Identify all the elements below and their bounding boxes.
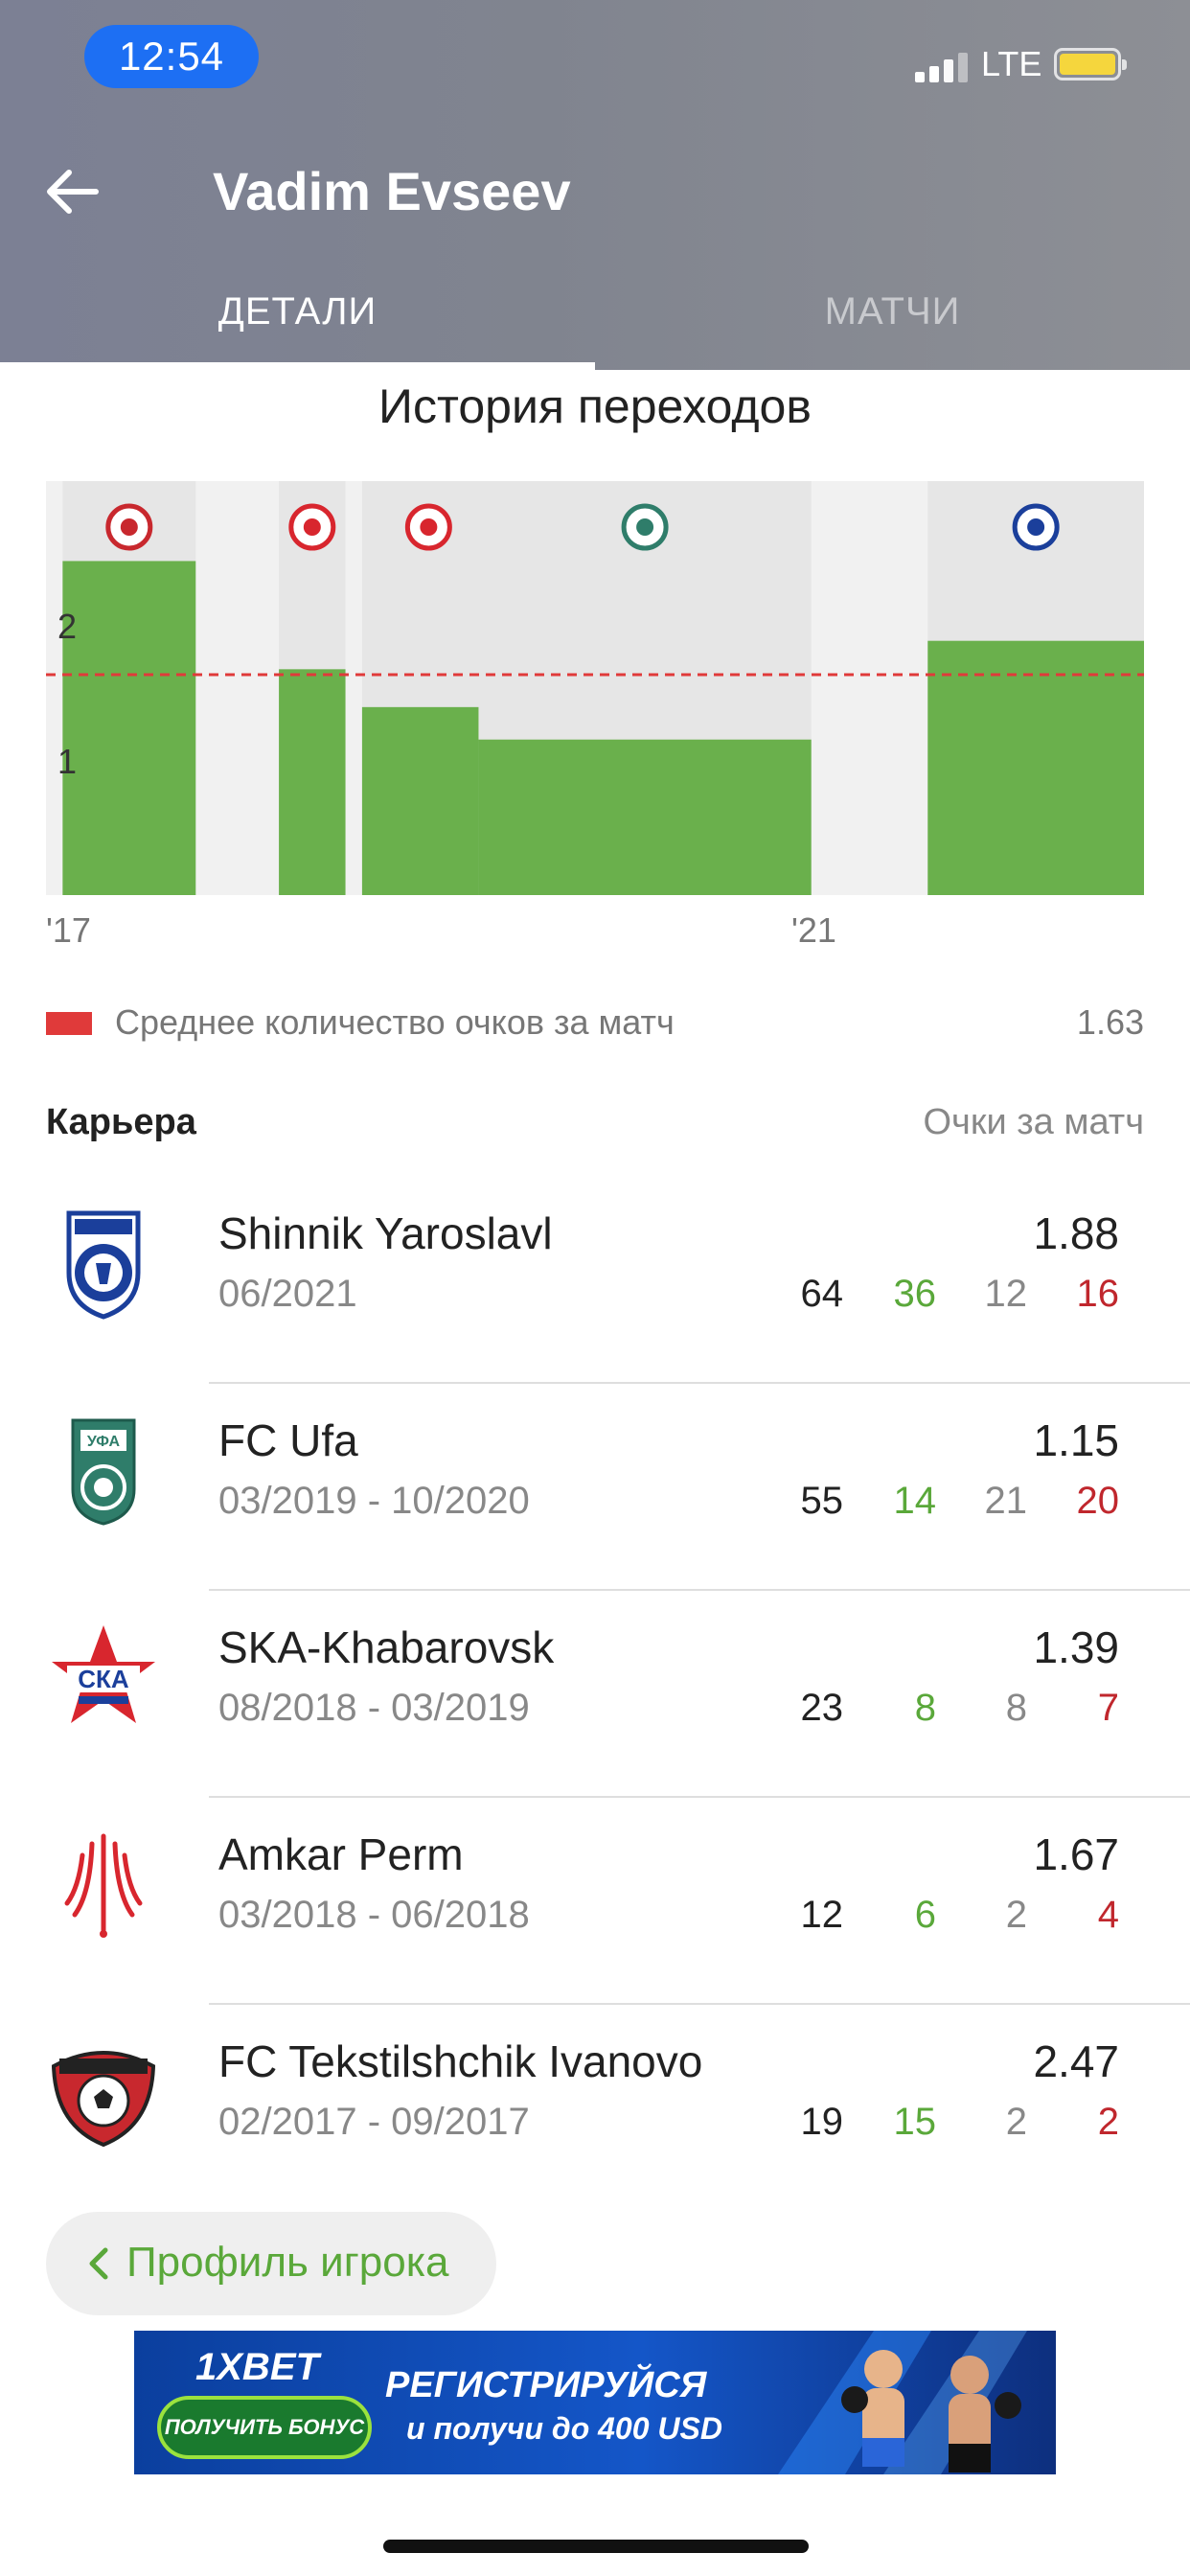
bar-shinnik xyxy=(927,640,1144,895)
banner-subline: и получи до 400 USD xyxy=(406,2411,722,2446)
svg-text:СКА: СКА xyxy=(78,1665,129,1693)
signal-icon xyxy=(915,52,969,82)
legend-value: 1.63 xyxy=(1076,1002,1144,1042)
chevron-left-icon xyxy=(80,2244,119,2283)
wins-count: 36 xyxy=(893,1273,937,1315)
team-period: 02/2017 - 09/2017 xyxy=(218,2101,530,2143)
ska-logo-icon: СКА xyxy=(46,1620,161,1735)
svg-text:УФА: УФА xyxy=(87,1434,121,1450)
ad-banner[interactable]: 1XBET ПОЛУЧИТЬ БОНУС РЕГИСТРИРУЙСЯ и пол… xyxy=(134,2331,1056,2474)
career-row[interactable]: УФА FC Ufa 03/2019 - 10/2020 1.15 55 14 … xyxy=(0,1384,1190,1591)
shinnik-logo-mark xyxy=(1027,518,1045,536)
points-per-match: 1.15 xyxy=(1033,1415,1119,1465)
wins-count: 8 xyxy=(914,1687,936,1729)
y-tick-label: 1 xyxy=(57,742,77,781)
app-header: 12:54 LTE Vadim Evseev ДЕТАЛИ МАТЧИ xyxy=(0,0,1190,370)
career-header: Карьера Очки за матч xyxy=(46,1102,1144,1150)
chart-legend: Среднее количество очков за матч 1.63 xyxy=(46,999,1144,1046)
draws-count: 2 xyxy=(1005,1894,1027,1936)
tab-matches[interactable]: МАТЧИ xyxy=(595,278,1190,370)
career-title: Карьера xyxy=(46,1102,196,1142)
points-per-match: 1.88 xyxy=(1033,1208,1119,1258)
tekstilshchik-logo-icon xyxy=(46,2034,161,2149)
points-per-match: 1.39 xyxy=(1033,1622,1119,1672)
tekstilshchik-logo-mark xyxy=(120,518,138,536)
y-tick-label: 2 xyxy=(57,607,77,646)
page-title: Vadim Evseev xyxy=(213,161,571,221)
team-name: SKA-Khabarovsk xyxy=(218,1622,555,1672)
draws-count: 12 xyxy=(984,1273,1028,1315)
draws-count: 2 xyxy=(1005,2101,1027,2143)
career-row[interactable]: FC Tekstilshchik Ivanovo 02/2017 - 09/20… xyxy=(0,2005,1190,2212)
tab-bar: ДЕТАЛИ МАТЧИ xyxy=(0,278,1190,370)
boxers-illustration-icon xyxy=(740,2331,1056,2474)
wins-count: 6 xyxy=(914,1894,936,1936)
career-column-label: Очки за матч xyxy=(923,1102,1144,1142)
team-name: Amkar Perm xyxy=(218,1829,464,1879)
tab-indicator xyxy=(0,362,595,370)
team-period: 03/2019 - 10/2020 xyxy=(218,1480,530,1522)
points-per-match: 2.47 xyxy=(1033,2036,1119,2086)
ska-logo-mark xyxy=(420,518,438,536)
losses-count: 7 xyxy=(1097,1687,1119,1729)
team-period: 08/2018 - 03/2019 xyxy=(218,1687,530,1729)
losses-count: 2 xyxy=(1097,2101,1119,2143)
losses-count: 20 xyxy=(1076,1480,1120,1522)
career-row[interactable]: СКА SKA-Khabarovsk 08/2018 - 03/2019 1.3… xyxy=(0,1591,1190,1798)
bar-amkar xyxy=(279,669,346,895)
back-arrow-icon[interactable] xyxy=(38,157,107,226)
chart-canvas: 12 xyxy=(46,481,1144,895)
games-count: 19 xyxy=(800,2101,844,2143)
tab-details[interactable]: ДЕТАЛИ xyxy=(0,278,595,370)
year-label-start: '17 xyxy=(46,910,91,950)
games-count: 12 xyxy=(800,1894,844,1936)
player-profile-button[interactable]: Профиль игрока xyxy=(46,2212,496,2315)
wins-count: 14 xyxy=(893,1480,937,1522)
team-name: FC Tekstilshchik Ivanovo xyxy=(218,2036,703,2086)
draws-count: 8 xyxy=(1005,1687,1027,1729)
transfer-history-title: История переходов xyxy=(378,380,812,433)
losses-count: 16 xyxy=(1076,1273,1120,1315)
banner-brand: 1XBET xyxy=(195,2346,319,2388)
ufa-logo-icon: УФА xyxy=(46,1413,161,1528)
career-row[interactable]: Shinnik Yaroslavl 06/2021 1.88 64 36 12 … xyxy=(0,1177,1190,1384)
team-period: 03/2018 - 06/2018 xyxy=(218,1894,530,1936)
amkar-logo-icon xyxy=(46,1827,161,1942)
team-name: Shinnik Yaroslavl xyxy=(218,1208,553,1258)
ufa-logo-mark xyxy=(636,518,654,536)
shinnik-logo-icon xyxy=(46,1206,161,1321)
get-bonus-button[interactable]: ПОЛУЧИТЬ БОНУС xyxy=(157,2396,372,2459)
legend-swatch xyxy=(46,1012,92,1035)
home-indicator xyxy=(383,2540,809,2553)
bar-ufa xyxy=(478,739,812,895)
player-profile-label: Профиль игрока xyxy=(126,2239,449,2286)
banner-headline: РЕГИСТРИРУЙСЯ xyxy=(385,2365,707,2405)
network-label: LTE xyxy=(981,44,1042,83)
app-bar: Vadim Evseev xyxy=(0,144,1190,240)
games-count: 23 xyxy=(800,1687,844,1729)
team-name: FC Ufa xyxy=(218,1415,358,1465)
draws-count: 21 xyxy=(984,1480,1028,1522)
losses-count: 4 xyxy=(1097,1894,1119,1936)
wins-count: 15 xyxy=(893,2101,937,2143)
transfer-history-chart: 12 xyxy=(46,481,1144,895)
bar-ska xyxy=(361,706,495,895)
games-count: 55 xyxy=(800,1480,844,1522)
battery-icon xyxy=(1054,48,1127,80)
team-period: 06/2021 xyxy=(218,1273,357,1315)
points-per-match: 1.67 xyxy=(1033,1829,1119,1879)
career-row[interactable]: Amkar Perm 03/2018 - 06/2018 1.67 12 6 2… xyxy=(0,1798,1190,2005)
status-bar: 12:54 LTE xyxy=(0,0,1190,125)
bar-tekstilshchik xyxy=(62,561,196,895)
status-time: 12:54 xyxy=(84,25,259,88)
amkar-logo-mark xyxy=(303,518,321,536)
legend-label: Среднее количество очков за матч xyxy=(115,1002,675,1042)
year-label-end: '21 xyxy=(791,910,836,950)
games-count: 64 xyxy=(800,1273,844,1315)
